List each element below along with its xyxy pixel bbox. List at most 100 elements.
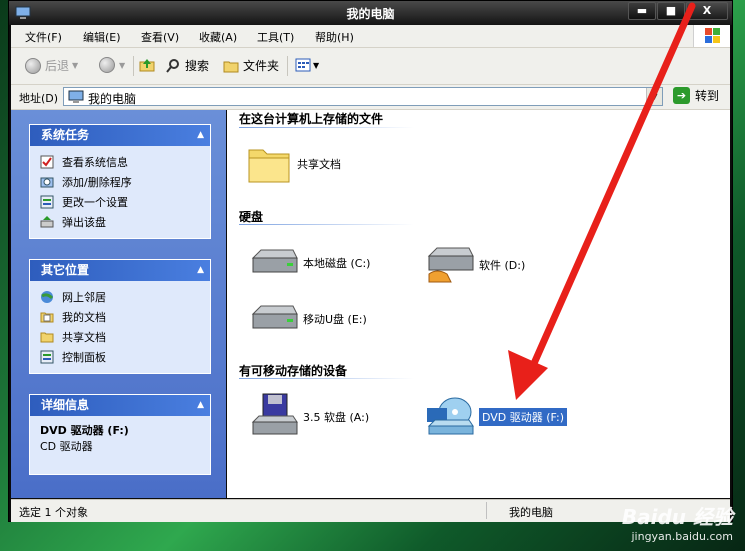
item-label-selected: DVD 驱动器 (F:) bbox=[479, 408, 568, 426]
control-panel-icon bbox=[40, 195, 54, 209]
menu-bar: 文件(F) 编辑(E) 查看(V) 收藏(A) 工具(T) 帮助(H) bbox=[11, 25, 730, 48]
system-tasks-title: 系统任务 bbox=[41, 128, 90, 142]
item-dvd-f[interactable]: DVD 驱动器 (F:) bbox=[425, 394, 568, 440]
folder-icon bbox=[248, 149, 290, 183]
item-floppy-a[interactable]: 3.5 软盘 (A:) bbox=[249, 392, 369, 442]
item-software-d[interactable]: 软件 (D:) bbox=[425, 244, 525, 286]
close-button[interactable]: X bbox=[686, 2, 728, 20]
address-input[interactable]: 我的电脑 ▼ bbox=[63, 87, 663, 106]
group-divider bbox=[239, 127, 414, 128]
task-add-remove-programs[interactable]: 添加/删除程序 bbox=[40, 172, 200, 192]
other-places-title: 其它位置 bbox=[41, 263, 90, 277]
place-label: 网上邻居 bbox=[62, 291, 106, 304]
menu-help[interactable]: 帮助(H) bbox=[315, 29, 354, 45]
task-label: 添加/删除程序 bbox=[62, 176, 132, 189]
minimize-button[interactable]: ▬ bbox=[628, 2, 656, 20]
folder-icon bbox=[40, 332, 54, 343]
shared-hard-disk-icon bbox=[427, 247, 474, 283]
system-tasks-header[interactable]: 系统任务 ▲ bbox=[30, 125, 210, 146]
place-shared-documents[interactable]: 共享文档 bbox=[40, 327, 200, 347]
baidu-watermark: Baidu 经验 jingyan.baidu.com bbox=[622, 501, 733, 543]
window-title: 我的电脑 bbox=[346, 7, 395, 21]
place-network[interactable]: 网上邻居 bbox=[40, 287, 200, 307]
place-label: 控制面板 bbox=[62, 351, 106, 364]
folder-icon bbox=[223, 61, 239, 72]
go-label: 转到 bbox=[695, 89, 720, 103]
menu-tools[interactable]: 工具(T) bbox=[257, 29, 294, 45]
task-change-setting[interactable]: 更改一个设置 bbox=[40, 192, 200, 212]
watermark-url: jingyan.baidu.com bbox=[631, 530, 733, 543]
computer-icon bbox=[68, 90, 84, 103]
control-panel-icon bbox=[40, 350, 54, 364]
hard-disk-icon bbox=[251, 249, 298, 273]
item-local-disk-c[interactable]: 本地磁盘 (C:) bbox=[249, 244, 370, 282]
search-button[interactable]: 搜索 bbox=[165, 57, 209, 74]
task-label: 弹出该盘 bbox=[62, 216, 106, 229]
watermark-brand: Baidu 经验 bbox=[621, 505, 733, 529]
place-label: 我的文档 bbox=[62, 311, 106, 324]
place-label: 共享文档 bbox=[62, 331, 106, 344]
place-my-documents[interactable]: 我的文档 bbox=[40, 307, 200, 327]
task-label: 更改一个设置 bbox=[62, 196, 128, 209]
folders-label: 文件夹 bbox=[243, 59, 280, 73]
explorer-window: 我的电脑 ▬ ■ X 文件(F) 编辑(E) 查看(V) 收藏(A) 工具(T)… bbox=[8, 0, 733, 522]
task-view-system-info[interactable]: 查看系统信息 bbox=[40, 152, 200, 172]
title-bar[interactable]: 我的电脑 ▬ ■ X bbox=[9, 1, 732, 25]
forward-arrow-icon bbox=[99, 57, 115, 73]
documents-folder-icon bbox=[40, 312, 54, 323]
system-info-icon bbox=[40, 155, 54, 169]
views-icon bbox=[295, 58, 311, 72]
maximize-button[interactable]: ■ bbox=[657, 2, 685, 20]
network-icon bbox=[41, 291, 54, 303]
collapse-icon[interactable]: ▲ bbox=[197, 395, 204, 416]
dvd-drive-icon bbox=[427, 397, 474, 435]
item-shared-documents[interactable]: 共享文档 bbox=[245, 142, 341, 186]
item-label: 软件 (D:) bbox=[479, 259, 526, 272]
details-type: CD 驱动器 bbox=[40, 440, 93, 453]
toolbar: 后退 ▼ ▼ 搜索 文件夹 ▼ bbox=[11, 48, 730, 85]
address-value: 我的电脑 bbox=[88, 92, 137, 106]
group-stored-files-title: 在这台计算机上存储的文件 bbox=[239, 112, 384, 126]
chevron-down-icon: ▼ bbox=[72, 61, 79, 70]
back-label: 后退 bbox=[45, 59, 70, 73]
item-label: 移动U盘 (E:) bbox=[303, 313, 367, 326]
task-label: 查看系统信息 bbox=[62, 156, 128, 169]
item-usb-e[interactable]: 移动U盘 (E:) bbox=[249, 300, 367, 338]
forward-button[interactable]: ▼ bbox=[99, 57, 125, 73]
other-places-header[interactable]: 其它位置 ▲ bbox=[30, 260, 210, 281]
group-hard-disks-title: 硬盘 bbox=[239, 210, 264, 224]
collapse-icon[interactable]: ▲ bbox=[197, 260, 204, 281]
views-button[interactable]: ▼ bbox=[295, 57, 319, 73]
up-button[interactable] bbox=[139, 57, 155, 73]
address-bar: 地址(D) 我的电脑 ▼ ➔ 转到 bbox=[11, 85, 730, 110]
menu-edit[interactable]: 编辑(E) bbox=[83, 29, 121, 45]
content-pane: 在这台计算机上存储的文件 共享文档 硬盘 本地磁盘 (C:) 软件 (D:) 移… bbox=[227, 110, 730, 498]
folders-button[interactable]: 文件夹 bbox=[223, 57, 279, 74]
address-label: 地址(D) bbox=[19, 92, 59, 105]
floppy-drive-icon bbox=[251, 393, 298, 435]
search-label: 搜索 bbox=[185, 59, 210, 73]
menu-favorites[interactable]: 收藏(A) bbox=[199, 29, 237, 45]
toolbar-separator bbox=[133, 56, 134, 76]
details-title: 详细信息 bbox=[41, 398, 90, 412]
status-selection: 选定 1 个对象 bbox=[19, 506, 88, 519]
details-name: DVD 驱动器 (F:) bbox=[40, 424, 129, 437]
hard-disk-icon bbox=[251, 305, 298, 329]
back-arrow-icon bbox=[25, 57, 41, 74]
place-control-panel[interactable]: 控制面板 bbox=[40, 347, 200, 367]
go-button[interactable]: ➔ 转到 bbox=[673, 87, 719, 104]
search-icon bbox=[166, 58, 179, 73]
folder-up-icon bbox=[139, 59, 155, 72]
item-label: 本地磁盘 (C:) bbox=[303, 257, 371, 270]
status-location-label: 我的电脑 bbox=[509, 506, 553, 519]
add-remove-programs-icon bbox=[40, 177, 54, 188]
task-eject-disk[interactable]: 弹出该盘 bbox=[40, 212, 200, 232]
windows-logo-icon bbox=[693, 25, 730, 47]
item-label: 共享文档 bbox=[297, 158, 341, 171]
menu-view[interactable]: 查看(V) bbox=[141, 29, 179, 45]
back-button[interactable]: 后退 ▼ bbox=[25, 57, 78, 74]
details-header[interactable]: 详细信息 ▲ bbox=[30, 395, 210, 416]
menu-file[interactable]: 文件(F) bbox=[25, 29, 62, 45]
address-dropdown-button[interactable]: ▼ bbox=[646, 88, 662, 105]
collapse-icon[interactable]: ▲ bbox=[197, 125, 204, 146]
